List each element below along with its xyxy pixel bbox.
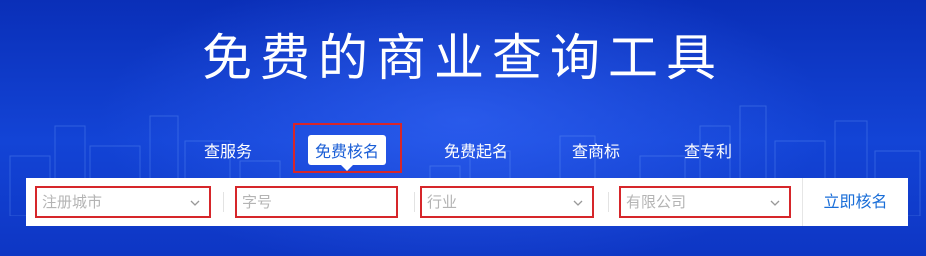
chevron-down-icon <box>770 200 780 206</box>
tab-free-naming[interactable]: 免费起名 <box>444 138 508 162</box>
tab-check-patent[interactable]: 查专利 <box>684 138 732 162</box>
separator <box>414 192 415 212</box>
industry-select-placeholder: 行业 <box>427 193 458 211</box>
company-type-select[interactable]: 有限公司 <box>619 186 791 218</box>
tab-check-trademark[interactable]: 查商标 <box>572 138 620 162</box>
search-bar: 注册城市 字号 行业 有限公司 立即核名 <box>26 178 908 226</box>
separator <box>608 192 609 212</box>
name-check-button[interactable]: 立即核名 <box>802 178 908 226</box>
chevron-down-icon <box>573 200 583 206</box>
industry-select[interactable]: 行业 <box>420 186 594 218</box>
city-select-placeholder: 注册城市 <box>42 193 103 211</box>
separator <box>223 192 224 212</box>
service-tabs: 查服务 免费核名 免费起名 查商标 查专利 <box>0 132 926 172</box>
tab-free-name-check[interactable]: 免费核名 <box>308 135 387 171</box>
company-type-placeholder: 有限公司 <box>626 193 687 211</box>
page-title: 免费的商业查询工具 <box>202 29 724 87</box>
chevron-down-icon <box>190 200 200 206</box>
hero-banner: 免费的商业查询工具 查服务 免费核名 免费起名 查商标 查专利 注册城市 字号 … <box>0 0 926 256</box>
city-select[interactable]: 注册城市 <box>35 186 211 218</box>
brand-name-input[interactable]: 字号 <box>235 186 398 218</box>
tab-check-service[interactable]: 查服务 <box>204 138 252 162</box>
brand-name-placeholder: 字号 <box>242 193 273 211</box>
